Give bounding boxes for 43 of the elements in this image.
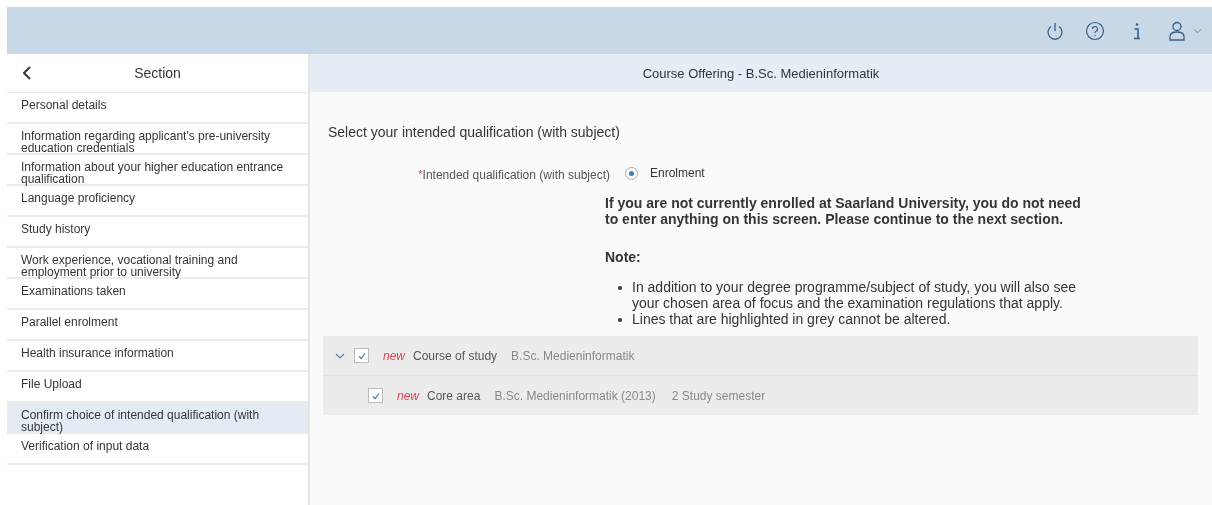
checkbox[interactable] — [354, 348, 369, 363]
caret-icon — [1193, 27, 1202, 34]
checkmark-icon — [356, 350, 367, 361]
sidebar-item[interactable]: Information regarding applicant's pre-university education credentials — [7, 124, 308, 155]
sidebar-item[interactable]: Health insurance information — [7, 341, 308, 372]
user-menu[interactable] — [1169, 20, 1202, 41]
page-title: Course Offering - B.Sc. Medieninformatik — [642, 65, 880, 81]
note-text: Lines that are highlighted in grey cannot be altered. — [632, 311, 951, 327]
row-label: Core area — [427, 388, 481, 403]
section-heading: Select your intended qualification (with subject) — [328, 124, 621, 140]
row-label: Course of study — [413, 348, 498, 363]
radio-button[interactable] — [625, 166, 638, 180]
required-mark: * — [418, 168, 423, 180]
new-tag: new — [383, 348, 405, 363]
radio-label[interactable]: Enrolment — [650, 166, 705, 180]
collapse-icon[interactable] — [335, 352, 345, 359]
row-value: B.Sc. Medieninformatik (2013) — [494, 388, 656, 403]
sidebar-item[interactable]: Examinations taken — [7, 279, 308, 310]
bullet-icon — [618, 318, 622, 322]
sidebar-item[interactable]: Study history — [7, 217, 308, 248]
sidebar-title: Section — [133, 65, 182, 81]
checkmark-icon — [370, 390, 381, 401]
power-icon[interactable] — [1045, 20, 1065, 41]
sidebar-item[interactable]: Confirm choice of intended qualification (with subject) — [7, 403, 308, 434]
row-value: B.Sc. Medieninformatik — [511, 348, 635, 363]
user-icon — [1169, 20, 1185, 41]
info-icon[interactable] — [1131, 20, 1143, 41]
sidebar-item[interactable]: Language proficiency — [7, 186, 308, 217]
sidebar-item[interactable]: Work experience, vocational training and employment prior to university — [7, 248, 308, 279]
sidebar-item[interactable]: Parallel enrolment — [7, 310, 308, 341]
bullet-icon — [618, 286, 622, 290]
sidebar-item[interactable]: Verification of input data — [7, 434, 308, 465]
help-icon[interactable] — [1085, 20, 1105, 41]
sidebar-item[interactable]: Personal details — [7, 93, 308, 124]
note-heading: Note: — [605, 249, 642, 265]
notice-text: If you are not currently enrolled at Saarland University, you do not need to enter anything on this screen. Please continue to the next section. — [605, 195, 1082, 227]
checkbox[interactable] — [368, 388, 383, 403]
new-tag: new — [397, 388, 419, 403]
note-text: In addition to your degree programme/subject of study, you will also see your chosen area of focus and the examination regulations that apply. — [632, 279, 1078, 311]
sidebar-item[interactable]: Information about your higher education entrance qualification — [7, 155, 308, 186]
row-value: 2 Study semester — [671, 388, 766, 403]
field-label: Intended qualification (with subject) — [422, 168, 610, 182]
back-icon[interactable] — [23, 66, 31, 80]
